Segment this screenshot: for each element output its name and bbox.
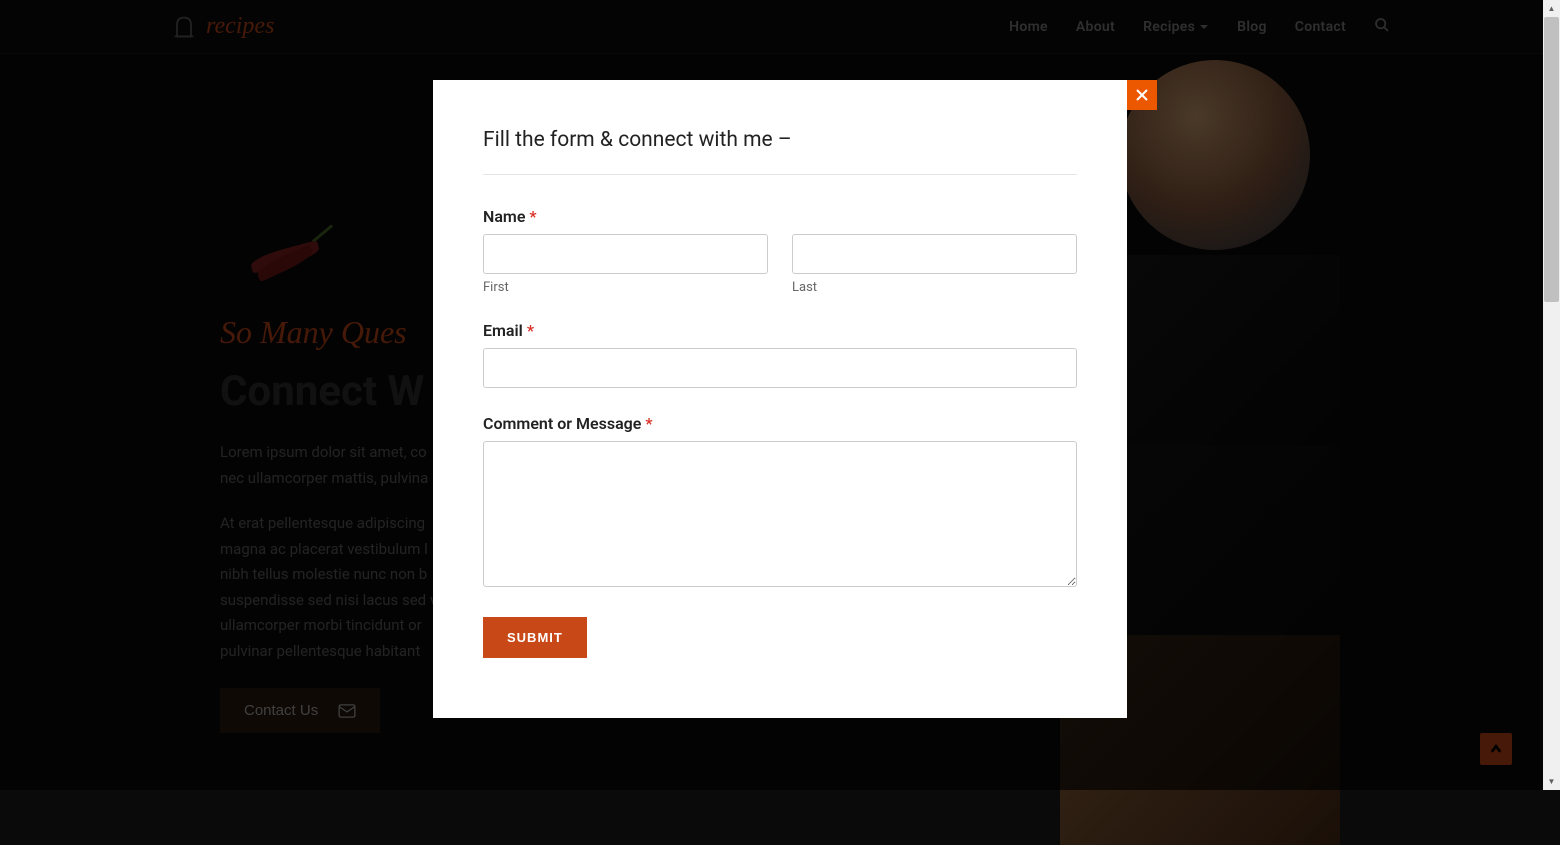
email-group: Email *	[483, 321, 1077, 388]
email-input[interactable]	[483, 348, 1077, 388]
comment-group: Comment or Message *	[483, 414, 1077, 591]
name-label: Name *	[483, 207, 1077, 226]
contact-modal: Fill the form & connect with me – Name *…	[433, 80, 1127, 718]
scrollbar-thumb[interactable]	[1544, 17, 1559, 302]
scrollbar-arrow-up[interactable]: ▲	[1543, 0, 1560, 17]
required-marker: *	[527, 321, 534, 340]
last-name-sublabel: Last	[792, 280, 1077, 295]
last-name-input[interactable]	[792, 234, 1077, 274]
close-icon	[1135, 88, 1149, 102]
scrollbar-track[interactable]: ▲ ▼	[1543, 0, 1560, 790]
modal-close-button[interactable]	[1127, 80, 1157, 110]
first-name-sublabel: First	[483, 280, 768, 295]
scrollbar-arrow-down[interactable]: ▼	[1543, 773, 1560, 790]
required-marker: *	[645, 414, 652, 433]
comment-textarea[interactable]	[483, 441, 1077, 587]
first-name-input[interactable]	[483, 234, 768, 274]
submit-button[interactable]: SUBMIT	[483, 617, 587, 658]
comment-label: Comment or Message *	[483, 414, 1077, 433]
modal-title: Fill the form & connect with me –	[483, 128, 1077, 175]
name-row: First Last	[483, 234, 1077, 295]
required-marker: *	[529, 207, 536, 226]
email-label: Email *	[483, 321, 1077, 340]
